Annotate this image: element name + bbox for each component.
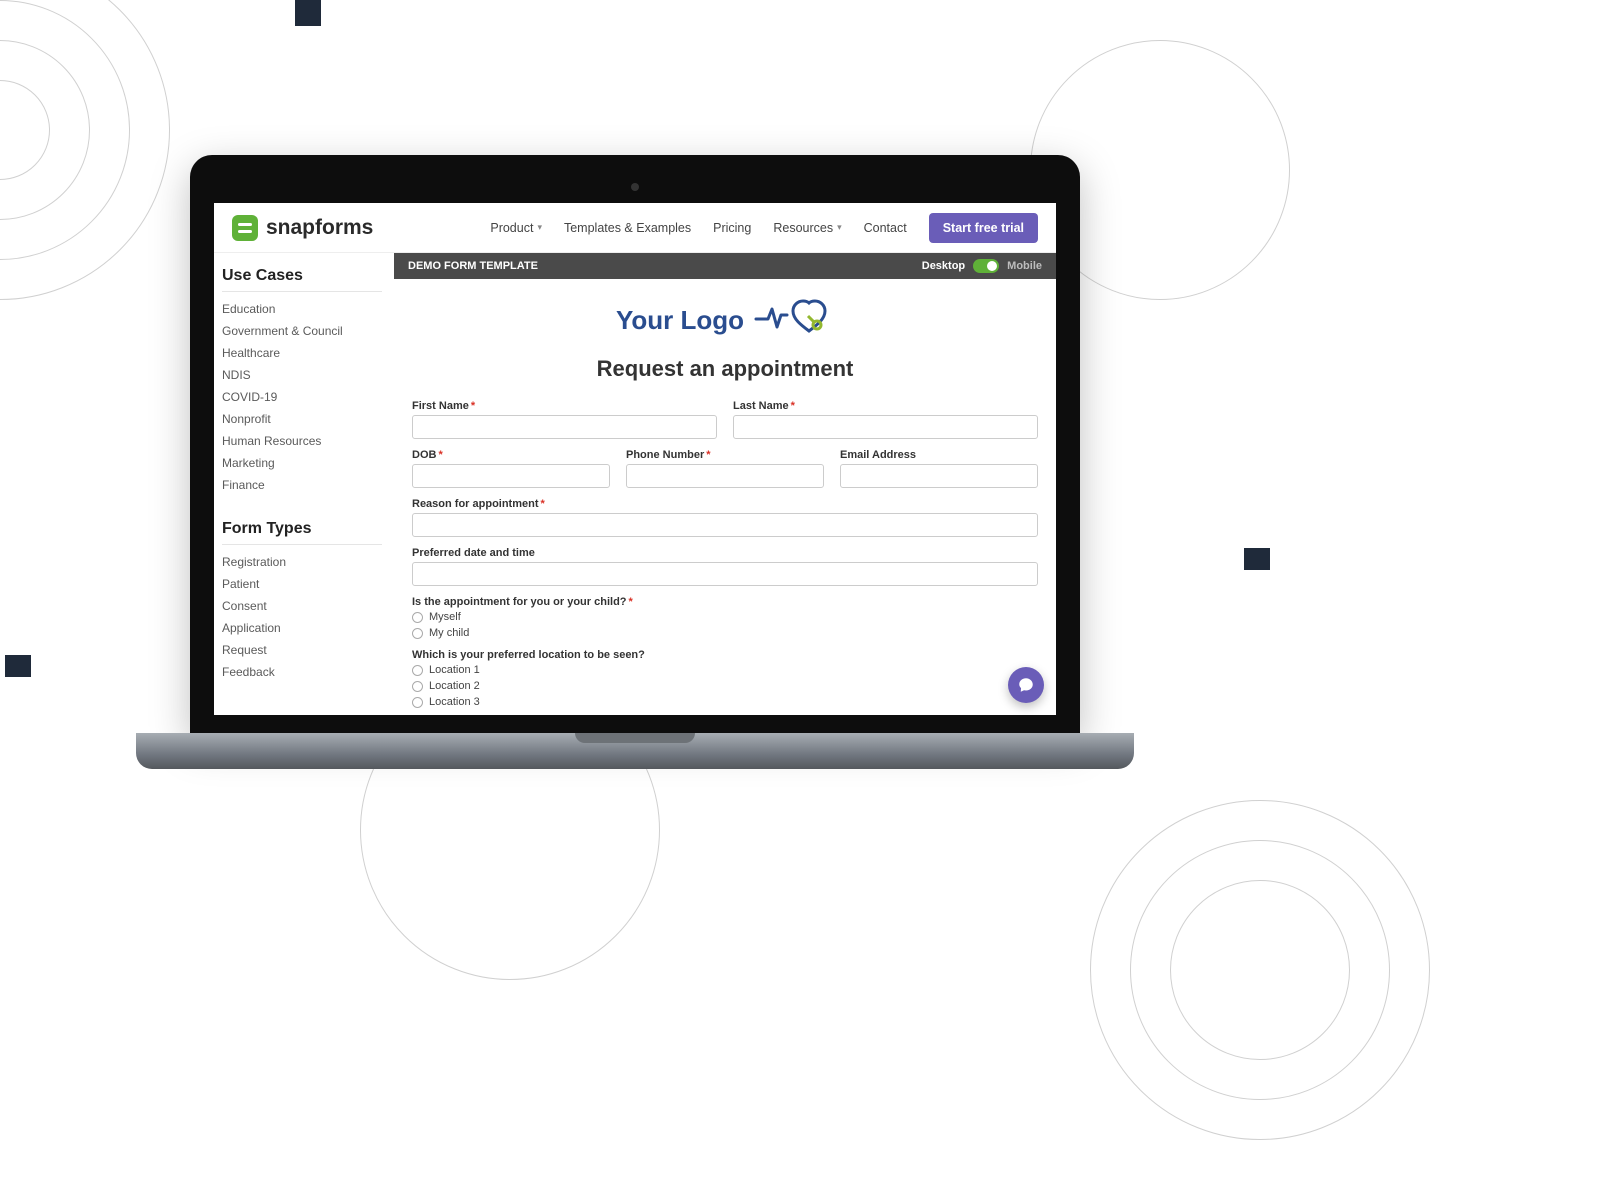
- sidebar-usecase-item[interactable]: COVID-19: [222, 390, 382, 404]
- toggle-desktop-label: Desktop: [922, 260, 965, 272]
- heartbeat-icon: [754, 297, 834, 344]
- nav-resources-label: Resources: [773, 221, 833, 235]
- label-for-who: Is the appointment for you or your child…: [412, 596, 1038, 608]
- sidebar-usecase-item[interactable]: Finance: [222, 478, 382, 492]
- sidebar-usecase-item[interactable]: Nonprofit: [222, 412, 382, 426]
- sidebar-usecase-item[interactable]: Human Resources: [222, 434, 382, 448]
- sidebar-formtype-item[interactable]: Request: [222, 643, 382, 657]
- sidebar-heading-formtypes: Form Types: [222, 520, 382, 545]
- decor-circle: [1170, 880, 1350, 1060]
- radio-icon: [412, 697, 423, 708]
- brand-icon: [232, 215, 258, 241]
- label-reason: Reason for appointment*: [412, 498, 1038, 510]
- sidebar-formtype-item[interactable]: Patient: [222, 577, 382, 591]
- chevron-down-icon: ▾: [537, 222, 542, 233]
- label-last-name: Last Name*: [733, 400, 1038, 412]
- sidebar-usecase-item[interactable]: Healthcare: [222, 346, 382, 360]
- laptop-mockup: snapforms Product ▾ Templates & Examples…: [190, 155, 1080, 769]
- demo-form-header: DEMO FORM TEMPLATE Desktop Mobile: [394, 253, 1056, 279]
- radio-label: Myself: [429, 611, 461, 623]
- radio-label: Location 2: [429, 680, 480, 692]
- radio-icon: [412, 612, 423, 623]
- label-first-name: First Name*: [412, 400, 717, 412]
- nav-contact-label: Contact: [864, 221, 907, 235]
- email-input[interactable]: [840, 464, 1038, 488]
- reason-input[interactable]: [412, 513, 1038, 537]
- sidebar-formtype-item[interactable]: Registration: [222, 555, 382, 569]
- nav-templates[interactable]: Templates & Examples: [564, 221, 691, 235]
- top-nav: snapforms Product ▾ Templates & Examples…: [214, 203, 1056, 253]
- nav-templates-label: Templates & Examples: [564, 221, 691, 235]
- location-option[interactable]: Location 2: [412, 680, 1038, 692]
- sidebar-usecase-item[interactable]: NDIS: [222, 368, 382, 382]
- for-who-option[interactable]: Myself: [412, 611, 1038, 623]
- dob-input[interactable]: [412, 464, 610, 488]
- first-name-input[interactable]: [412, 415, 717, 439]
- chat-fab[interactable]: [1008, 667, 1044, 703]
- for-who-option[interactable]: My child: [412, 627, 1038, 639]
- nav-pricing-label: Pricing: [713, 221, 751, 235]
- main-content: DEMO FORM TEMPLATE Desktop Mobile Your L…: [394, 253, 1056, 715]
- radio-icon: [412, 628, 423, 639]
- location-option[interactable]: Location 3: [412, 696, 1038, 708]
- placeholder-logo: Your Logo: [616, 297, 834, 344]
- radio-label: Location 3: [429, 696, 480, 708]
- phone-input[interactable]: [626, 464, 824, 488]
- location-option[interactable]: Location 1: [412, 664, 1038, 676]
- decor-square: [5, 655, 31, 677]
- toggle-mobile-label: Mobile: [1007, 260, 1042, 272]
- sidebar-formtype-item[interactable]: Consent: [222, 599, 382, 613]
- brand[interactable]: snapforms: [232, 215, 373, 241]
- nav-pricing[interactable]: Pricing: [713, 221, 751, 235]
- start-free-trial-button[interactable]: Start free trial: [929, 213, 1038, 243]
- radio-icon: [412, 665, 423, 676]
- decor-square: [295, 0, 321, 26]
- toggle-switch[interactable]: [973, 259, 999, 273]
- label-location: Which is your preferred location to be s…: [412, 649, 1038, 661]
- label-dob: DOB*: [412, 449, 610, 461]
- chat-icon: [1017, 676, 1035, 694]
- brand-text: snapforms: [266, 216, 373, 240]
- preferred-datetime-input[interactable]: [412, 562, 1038, 586]
- radio-label: Location 1: [429, 664, 480, 676]
- nav-contact[interactable]: Contact: [864, 221, 907, 235]
- camera-dot: [631, 183, 639, 191]
- nav-product[interactable]: Product ▾: [490, 221, 542, 235]
- radio-label: My child: [429, 627, 469, 639]
- nav-product-label: Product: [490, 221, 533, 235]
- sidebar-formtype-item[interactable]: Application: [222, 621, 382, 635]
- decor-square: [1244, 548, 1270, 570]
- form-title: Request an appointment: [412, 356, 1038, 382]
- label-preferred-datetime: Preferred date and time: [412, 547, 1038, 559]
- nav-resources[interactable]: Resources ▾: [773, 221, 841, 235]
- sidebar-usecase-item[interactable]: Education: [222, 302, 382, 316]
- laptop-base: [136, 733, 1134, 769]
- sidebar-heading-usecases: Use Cases: [222, 267, 382, 292]
- chevron-down-icon: ▾: [837, 222, 842, 233]
- form-body: Your Logo: [394, 279, 1056, 715]
- label-email: Email Address: [840, 449, 1038, 461]
- last-name-input[interactable]: [733, 415, 1038, 439]
- viewport-toggle[interactable]: Desktop Mobile: [922, 259, 1042, 273]
- radio-icon: [412, 681, 423, 692]
- sidebar-formtype-item[interactable]: Feedback: [222, 665, 382, 679]
- placeholder-logo-text: Your Logo: [616, 305, 744, 336]
- sidebar-usecase-item[interactable]: Government & Council: [222, 324, 382, 338]
- sidebar: Use Cases Education Government & Council H…: [214, 253, 394, 715]
- sidebar-usecase-item[interactable]: Marketing: [222, 456, 382, 470]
- label-phone: Phone Number*: [626, 449, 824, 461]
- demo-form-label: DEMO FORM TEMPLATE: [408, 260, 538, 272]
